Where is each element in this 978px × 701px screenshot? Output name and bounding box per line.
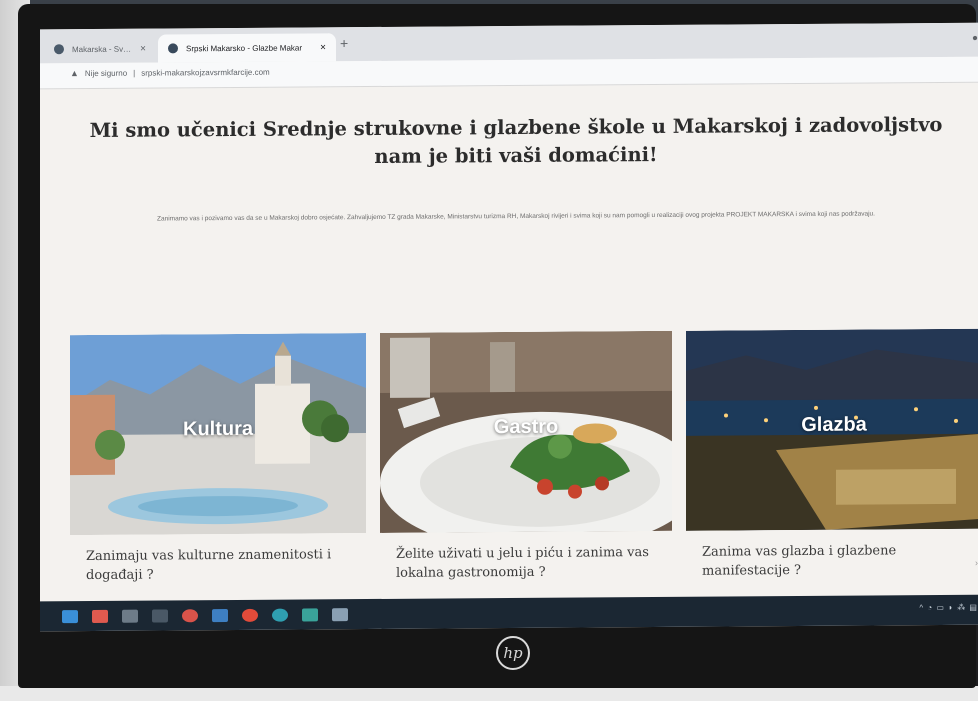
windows-taskbar: ^ ◔ ▭ ◗ ⁂ ▤ <box>40 594 978 632</box>
favicon-icon <box>168 43 178 54</box>
card-gastro[interactable]: Gastro Želite uživati u jelu i piću i za… <box>380 330 672 599</box>
explorer-icon[interactable] <box>152 608 168 623</box>
app-icon[interactable] <box>242 608 258 622</box>
new-tab-button[interactable]: + <box>340 35 348 51</box>
tab-label: Srpski Makarsko - Glazbe Makar <box>186 42 303 53</box>
hp-logo-icon: hp <box>496 636 530 670</box>
chrome-icon[interactable] <box>182 608 198 622</box>
laptop-screen: Makarska - Sve vijesti × Srpski Makarsko… <box>40 22 978 632</box>
kultura-photo[interactable]: Kultura <box>70 333 366 536</box>
photo-background-bottom <box>0 686 978 701</box>
card-glazba[interactable]: Glazba Zanima vas glazba i glazbene mani… <box>686 328 978 597</box>
browser-tab-1[interactable]: Makarska - Sve vijesti × <box>44 35 156 64</box>
card-kultura[interactable]: Kultura Zanimaju vas kulturne znamenitos… <box>70 333 366 601</box>
start-icon[interactable] <box>62 609 78 623</box>
web-page: Mi smo učenici Srednje strukovne i glazb… <box>40 83 978 602</box>
laptop-frame: Makarska - Sve vijesti × Srpski Makarsko… <box>18 4 978 688</box>
card-title: Gastro <box>493 415 559 439</box>
tab-label: Makarska - Sve vijesti <box>72 44 133 54</box>
close-icon[interactable]: × <box>140 43 146 54</box>
close-icon[interactable]: × <box>320 42 326 53</box>
card-title: Glazba <box>801 413 867 437</box>
store-icon[interactable] <box>122 609 138 623</box>
tab-menu-icon[interactable]: ● <box>972 33 978 44</box>
card-caption[interactable]: Zanima vas glazba i glazbene manifestaci… <box>702 541 972 581</box>
favicon-icon <box>54 44 64 55</box>
page-intro: Zanimamo vas i pozivamo vas da se u Maka… <box>157 210 875 223</box>
mail-icon[interactable] <box>92 609 108 623</box>
omnibox[interactable]: ▲ Nije sigurno | srpski-makarskojzavsrmk… <box>70 67 270 78</box>
edge-icon[interactable] <box>272 608 288 622</box>
card-title: Kultura <box>183 417 253 441</box>
card-caption[interactable]: Želite uživati u jelu i piću i zanima va… <box>396 543 666 583</box>
url-text: srpski-makarskojzavsrmkfarcije.com <box>141 67 270 78</box>
terminal-icon[interactable] <box>332 607 348 621</box>
security-label: Nije sigurno <box>84 68 128 78</box>
browser-tab-2[interactable]: Srpski Makarsko - Glazbe Makar × <box>158 33 336 63</box>
photos-icon[interactable] <box>212 608 228 622</box>
divider: | <box>133 68 136 78</box>
system-tray[interactable]: ^ ◔ ▭ ◗ ⁂ ▤ <box>919 603 978 612</box>
warning-icon: ▲ <box>70 68 79 79</box>
settings-icon[interactable] <box>302 607 318 621</box>
gastro-photo[interactable]: Gastro <box>380 330 672 533</box>
taskbar-icons <box>62 607 348 623</box>
glazba-photo[interactable]: Glazba <box>686 328 978 531</box>
page-headline: Mi smo učenici Srednje strukovne i glazb… <box>89 113 943 168</box>
category-cards: Kultura Zanimaju vas kulturne znamenitos… <box>70 328 978 601</box>
card-caption[interactable]: Zanimaju vas kulturne znamenitosti i dog… <box>86 545 356 585</box>
